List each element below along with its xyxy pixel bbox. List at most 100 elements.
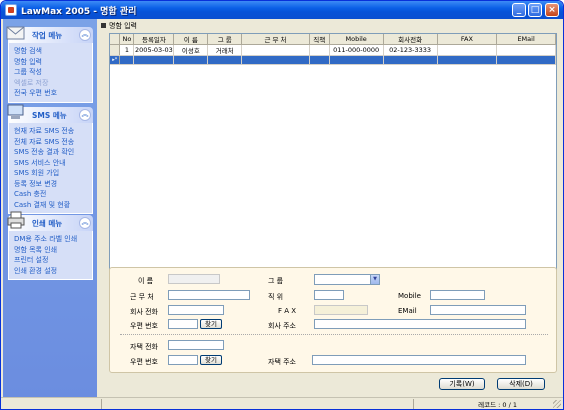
grid-cell[interactable] (496, 44, 556, 56)
grid-column-header[interactable]: 그 룹 (207, 34, 243, 45)
status-pane (413, 399, 414, 409)
sidebar-item[interactable]: 전국 우편 번호 (14, 88, 92, 99)
save-button[interactable]: 기록(W) (439, 378, 485, 390)
sidebar-item[interactable]: 명함 입력 (14, 57, 92, 68)
computer-icon (7, 104, 24, 119)
grid-cell[interactable] (241, 44, 310, 56)
close-button[interactable]: × (545, 3, 559, 17)
grid-cell[interactable] (383, 55, 438, 65)
office-zip-field[interactable] (168, 319, 198, 329)
panel-sms-menu: SMS 메뉴 ︽ 현재 자료 SMS 전송 전체 자료 SMS 전송 SMS 전송 … (7, 104, 93, 214)
position-label: 직 위 (268, 293, 284, 301)
sidebar-item[interactable]: 엑셀로 저장 (14, 78, 92, 89)
group-select[interactable]: ▼ (314, 274, 380, 285)
mobile-field[interactable] (430, 290, 485, 300)
contacts-grid[interactable]: No 등록일자 이 름그 룹근 무 처 직책 Mobile 회사전화 FAX EMail 12… (109, 33, 557, 277)
panel-header[interactable]: 작업 메뉴 ︽ (6, 26, 93, 43)
grid-cell[interactable]: 2005-03-03 (133, 44, 175, 56)
office-phone-field[interactable] (168, 305, 224, 315)
name-label: 이 름 (138, 277, 154, 285)
panel-header[interactable]: 인쇄 메뉴 ︽ (7, 211, 93, 231)
grid-cell[interactable] (173, 55, 209, 65)
entry-form: 이 름 그 룹 ▼ 근 무 처 직 위 Mobile 회사 전화 F A X E… (109, 267, 557, 373)
grid-cell[interactable] (309, 44, 330, 56)
chevron-up-icon[interactable]: ︽ (79, 217, 91, 229)
grid-cell[interactable] (437, 44, 498, 56)
grid-cell[interactable]: 02-123-3333 (383, 44, 438, 56)
grid-cell[interactable]: 011-000-0000 (329, 44, 384, 56)
sidebar-item[interactable]: SMS 회원 가입 (14, 168, 92, 179)
sidebar-item[interactable]: SMS 전송 결과 확인 (14, 147, 92, 158)
grid-cell[interactable] (241, 55, 310, 65)
panel-print-menu: 인쇄 메뉴 ︽ DM용 주소 라벨 인쇄 명함 목록 인쇄 프린터 설정 인쇄 환경 … (7, 211, 93, 280)
grid-cell[interactable] (119, 55, 135, 65)
delete-button[interactable]: 삭제(D) (497, 378, 545, 390)
office-zip-find-button[interactable]: 찾기 (200, 319, 222, 329)
sidebar-item[interactable]: 프린터 설정 (14, 255, 92, 266)
workplace-field[interactable] (168, 290, 250, 300)
grid-cell[interactable]: 거래처 (207, 44, 243, 56)
sidebar-item[interactable]: SMS 서비스 안내 (14, 158, 92, 169)
grid-column-header[interactable]: 회사전화 (383, 34, 438, 45)
sidebar-item[interactable]: 등록 정보 변경 (14, 179, 92, 190)
email-field[interactable] (430, 305, 526, 315)
chevron-down-icon[interactable]: ▼ (370, 275, 379, 284)
grid-cell[interactable]: 이성호 (173, 44, 209, 56)
sidebar-item[interactable]: 전체 자료 SMS 전송 (14, 137, 92, 148)
home-address-field[interactable] (312, 355, 526, 365)
table-row[interactable]: 1 2005-03-03 이성호 거래처 011-000-0000 02-123-3333 (110, 44, 556, 56)
grid-cell[interactable] (133, 55, 175, 65)
grid-column-header[interactable]: 이 름 (173, 34, 209, 45)
name-field[interactable] (168, 274, 220, 284)
grid-column-header[interactable]: 직책 (309, 34, 330, 45)
chevron-up-icon[interactable]: ︽ (79, 109, 91, 121)
main-content: 명함 입력 No 등록일자 이 름그 룹근 무 처 직책 Mobile 회사전화 FAX EM… (99, 19, 563, 397)
panel-work-menu: 작업 메뉴 ︽ 명함 검색 명함 입력 그룹 작성 엑셀로 저장 전국 우편 번호 (6, 26, 93, 103)
panel-title: 작업 메뉴 (32, 31, 63, 40)
fax-field[interactable] (314, 305, 368, 315)
minimize-button[interactable]: _ (512, 3, 526, 17)
home-zip-find-button[interactable]: 찾기 (200, 355, 222, 365)
chevron-up-icon[interactable]: ︽ (79, 29, 91, 41)
office-zip-label: 우편 번호 (130, 322, 158, 330)
group-label: 그 룹 (268, 277, 284, 285)
square-bullet-icon (101, 23, 106, 28)
office-address-field[interactable] (314, 319, 526, 329)
grid-cell[interactable] (309, 55, 330, 65)
resize-grip-icon[interactable] (553, 400, 561, 408)
panel-header[interactable]: SMS 메뉴 ︽ (7, 104, 93, 123)
app-icon (5, 4, 17, 16)
maximize-button[interactable]: □ (528, 3, 542, 17)
section-title-text: 명함 입력 (109, 22, 137, 30)
sidebar-item[interactable]: 인쇄 환경 설정 (14, 266, 92, 277)
grid-cell[interactable] (329, 55, 384, 65)
fax-label: F A X (278, 307, 297, 315)
grid-column-header[interactable]: EMail (496, 34, 556, 45)
position-field[interactable] (314, 290, 344, 300)
new-record-row[interactable]: ▸* (110, 55, 556, 65)
grid-corner-cell (110, 34, 121, 45)
status-pane (101, 399, 102, 409)
sidebar-item[interactable]: Cash 결재 및 현황 (14, 200, 92, 211)
row-header-cell[interactable] (110, 44, 121, 56)
grid-cell[interactable]: 1 (119, 44, 135, 56)
sidebar-item[interactable]: Cash 충전 (14, 189, 92, 200)
grid-column-header[interactable]: No (119, 34, 135, 45)
home-zip-field[interactable] (168, 355, 198, 365)
sidebar-item[interactable]: 명함 목록 인쇄 (14, 245, 92, 256)
title-bar[interactable]: LawMax 2005 - 명함 관리 _ □ × (1, 1, 563, 19)
grid-cell[interactable] (496, 55, 556, 65)
home-phone-field[interactable] (168, 340, 224, 350)
grid-cell[interactable] (207, 55, 243, 65)
grid-column-header[interactable]: Mobile (329, 34, 384, 45)
home-address-label: 자택 주소 (268, 358, 296, 366)
grid-cell[interactable] (437, 55, 498, 65)
sidebar-item[interactable]: 명함 검색 (14, 46, 92, 57)
grid-column-header[interactable]: FAX (437, 34, 498, 45)
grid-column-header[interactable]: 근 무 처 (241, 34, 310, 45)
sidebar-item[interactable]: 그룹 작성 (14, 67, 92, 78)
sidebar-item[interactable]: DM용 주소 라벨 인쇄 (14, 234, 92, 245)
sidebar-item[interactable]: 현재 자료 SMS 전송 (14, 126, 92, 137)
grid-column-header[interactable]: 등록일자 (133, 34, 175, 45)
email-label: EMail (398, 307, 417, 315)
